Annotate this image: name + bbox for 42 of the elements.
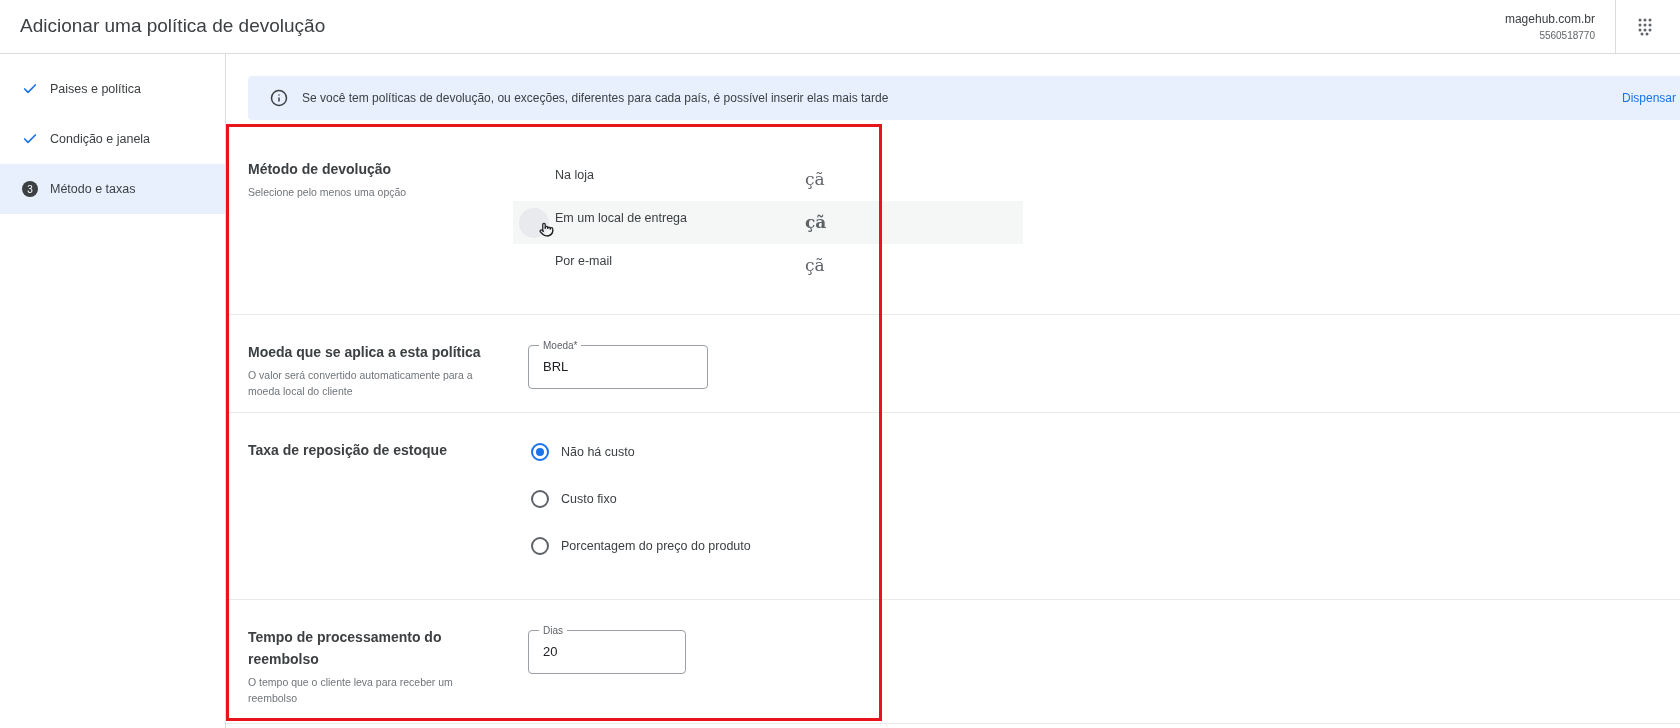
radio-button[interactable] [531,490,549,509]
section-title: Método de devolução [248,160,393,179]
page-title: Adicionar uma política de devolução [20,14,327,39]
step-item[interactable]: 3 Método e taxas [0,164,225,214]
option-label: Por e-mail [555,253,613,271]
apps-grid-icon[interactable] [1638,17,1652,36]
option-label: Na loja [555,167,595,185]
option-row[interactable]: Em um local de entrega çã [513,201,1023,244]
step-label: Condição e janela [50,130,151,148]
section-description: Selecione pelo menos uma opção [248,185,408,200]
dismiss-link[interactable]: Dispensar [1621,89,1680,107]
banner-text: Se você tem políticas de devolução, ou exceções, diferentes para cada país, é possível inserir elas mais tarde [302,90,890,107]
hand-cursor-icon [539,222,554,237]
radio-button[interactable] [531,443,549,462]
option-glyph: çã [805,167,825,191]
radio-option[interactable]: Porcentagem do preço do produto [531,536,751,556]
radio-label: Não há custo [561,444,635,461]
field-value: BRL [543,358,569,377]
option-label: Em um local de entrega [555,210,688,228]
step-number: 3 [22,181,38,197]
section-title: Moeda que se aplica a esta política [248,343,482,362]
info-icon [270,89,288,107]
option-row[interactable]: Na loja çã [513,158,1023,201]
option-glyph: çã [805,253,825,277]
step-label: Paises e política [50,80,142,98]
step-label: Método e taxas [50,180,136,198]
section-title: Taxa de reposição de estoque [248,441,448,460]
account-id: 5560518770 [1539,29,1595,43]
section-description: O valor será convertido automaticamente para a moeda local do cliente [248,368,474,399]
radio-label: Custo fixo [561,490,617,508]
section-title: Tempo de processamento do reembolso [248,628,443,669]
radio-label: Porcentagem do preço do produto [561,537,751,555]
radio-option[interactable]: Custo fixo [531,489,751,509]
radio-button[interactable] [531,536,549,555]
step-item[interactable]: Condição e janela [0,114,225,164]
step-item[interactable]: Paises e política [0,64,225,114]
section-description: O tempo que o cliente leva para receber um reembolso [248,675,454,706]
field-value: 20 [543,643,558,662]
account-domain: magehub.com.br [1504,11,1595,28]
option-row[interactable]: Por e-mail çã [513,244,1023,287]
radio-option[interactable]: Não há custo [531,443,751,462]
option-glyph: çã [805,210,827,234]
